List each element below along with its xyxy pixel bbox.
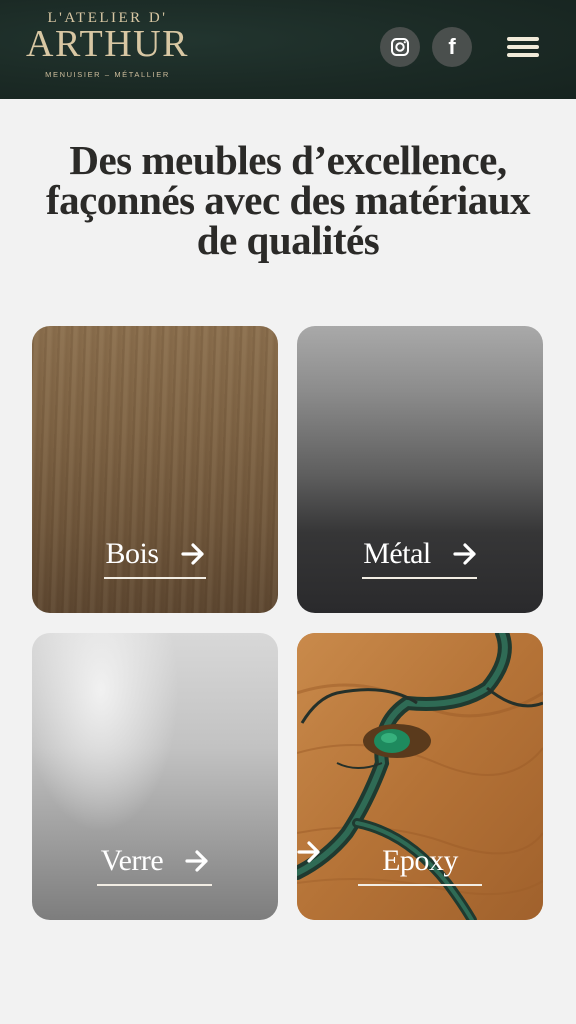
card-label: Epoxy <box>382 844 458 877</box>
material-card-metal[interactable]: Métal <box>297 326 543 613</box>
logo-subtitle: MENUISIER – MÉTALLIER <box>45 70 170 79</box>
material-card-verre[interactable]: Verre <box>32 633 278 920</box>
card-label-row: Verre <box>32 841 278 881</box>
arrow-right-icon <box>297 841 320 863</box>
card-underline <box>362 577 477 579</box>
material-card-epoxy[interactable]: Epoxy <box>297 633 543 920</box>
arrow-right-icon <box>185 850 208 872</box>
hamburger-menu-icon[interactable] <box>507 35 539 59</box>
card-underline <box>97 884 212 886</box>
facebook-button[interactable]: f <box>432 27 472 67</box>
logo-main-text: ARTHUR <box>26 23 189 65</box>
card-label-row: Métal <box>297 534 543 574</box>
instagram-icon <box>391 38 409 56</box>
card-label-row: Epoxy <box>297 841 543 881</box>
material-card-bois[interactable]: Bois <box>32 326 278 613</box>
page-heading: Des meubles d’excellence, façonnés avec … <box>45 137 531 263</box>
site-header: L'ATELIER D' ARTHUR MENUISIER – MÉTALLIE… <box>0 0 576 99</box>
card-label: Bois <box>105 537 159 570</box>
card-label-row: Bois <box>32 534 278 574</box>
arrow-right-icon <box>453 543 476 565</box>
facebook-icon: f <box>448 34 456 59</box>
card-label: Verre <box>100 844 164 877</box>
brand-logo[interactable]: L'ATELIER D' ARTHUR MENUISIER – MÉTALLIE… <box>20 10 195 79</box>
instagram-button[interactable] <box>380 27 420 67</box>
card-label: Métal <box>363 537 431 570</box>
arrow-right-icon <box>180 543 204 565</box>
card-underline <box>104 577 206 579</box>
card-underline <box>358 884 482 886</box>
